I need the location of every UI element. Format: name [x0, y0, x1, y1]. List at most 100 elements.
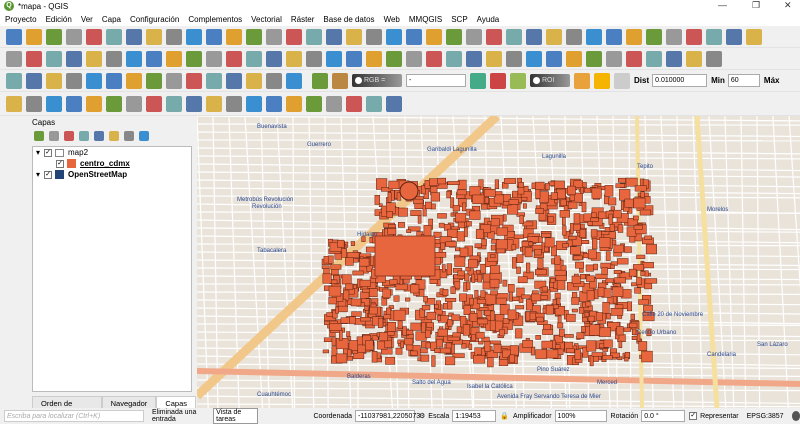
layer-centro-cdmx[interactable]: ✓ centro_cdmx — [33, 158, 191, 169]
dist-input[interactable]: 0.010000 — [652, 74, 708, 87]
toolbar-tool-icon[interactable] — [266, 95, 282, 112]
toolbar-tool-icon[interactable] — [686, 28, 702, 45]
toolbar-tool-icon[interactable] — [226, 28, 242, 45]
crs-button[interactable]: EPSG:3857 — [747, 413, 784, 420]
toolbar-tool-icon[interactable] — [666, 28, 682, 45]
toolbar-tool-icon[interactable] — [286, 72, 302, 89]
toolbar-tool-icon[interactable] — [186, 95, 202, 112]
maximize-button[interactable]: ❐ — [752, 0, 760, 11]
menu-edicion[interactable]: Edición — [46, 15, 72, 24]
toolbar-tool-icon[interactable] — [86, 50, 102, 67]
toolbar-tool-icon[interactable] — [246, 72, 262, 89]
toolbar-tool-icon[interactable] — [726, 28, 742, 45]
toolbar-tool-icon[interactable] — [86, 95, 102, 112]
toolbar-tool-icon[interactable] — [226, 72, 242, 89]
band-stretch-icon[interactable] — [470, 72, 486, 89]
toolbar-tool-icon[interactable] — [606, 28, 622, 45]
menu-ver[interactable]: Ver — [81, 15, 93, 24]
toolbar-tool-icon[interactable] — [426, 50, 442, 67]
histogram-icon[interactable] — [490, 72, 506, 89]
toolbar-tool-icon[interactable] — [146, 28, 162, 45]
toolbar-tool-icon[interactable] — [226, 50, 242, 67]
messages-icon[interactable] — [791, 411, 800, 421]
toolbar-tool-icon[interactable] — [246, 50, 262, 67]
toolbar-tool-icon[interactable] — [206, 95, 222, 112]
toolbar-tool-icon[interactable] — [106, 50, 122, 67]
toolbar-tool-icon[interactable] — [246, 95, 262, 112]
menu-ayuda[interactable]: Ayuda — [477, 15, 500, 24]
close-button[interactable]: ✕ — [784, 0, 792, 11]
toolbar-tool-icon[interactable] — [46, 50, 62, 67]
layer-openstreetmap[interactable]: ▾ ✓ OpenStreetMap — [33, 169, 191, 180]
toolbar-tool-icon[interactable] — [166, 28, 182, 45]
toolbar-tool-icon[interactable] — [506, 50, 522, 67]
map-canvas[interactable]: Buenavista Guerrero Garibaldi Lagunilla Lag… — [197, 116, 800, 408]
toolbar-tool-icon[interactable] — [146, 50, 162, 67]
toolbar-tool-icon[interactable] — [6, 95, 22, 112]
toolbar-tool-icon[interactable] — [286, 95, 302, 112]
toolbar-tool-icon[interactable] — [66, 95, 82, 112]
toolbar-tool-icon[interactable] — [366, 95, 382, 112]
magnifier-input[interactable]: 100% — [554, 410, 607, 422]
toolbar-tool-icon[interactable] — [466, 50, 482, 67]
toolbar-tool-icon[interactable] — [166, 95, 182, 112]
map-svg[interactable]: Buenavista Guerrero Garibaldi Lagunilla Lag… — [197, 116, 800, 408]
toolbar-tool-icon[interactable] — [466, 28, 482, 45]
layer-checkbox[interactable]: ✓ — [44, 170, 53, 179]
toolbar-tool-icon[interactable] — [386, 95, 402, 112]
menu-configuracion[interactable]: Configuración — [130, 15, 179, 24]
scp-input-icon[interactable] — [312, 72, 328, 89]
toolbar-tool-icon[interactable] — [66, 50, 82, 67]
toolbar-tool-icon[interactable] — [79, 131, 89, 141]
toolbar-tool-icon[interactable] — [94, 131, 104, 141]
layer-group-map2[interactable]: ▾ ✓ map2 — [33, 147, 191, 158]
menu-scp[interactable]: SCP — [451, 15, 467, 24]
minimize-button[interactable]: — — [718, 0, 727, 10]
layer-checkbox[interactable]: ✓ — [56, 159, 64, 168]
toolbar-tool-icon[interactable] — [6, 28, 22, 45]
toolbar-tool-icon[interactable] — [386, 28, 402, 45]
toolbar-tool-icon[interactable] — [166, 72, 182, 89]
toolbar-tool-icon[interactable] — [126, 95, 142, 112]
toolbar-tool-icon[interactable] — [306, 28, 322, 45]
toolbar-tool-icon[interactable] — [546, 28, 562, 45]
expand-arrow-icon[interactable]: ▾ — [36, 170, 40, 179]
toolbar-tool-icon[interactable] — [586, 28, 602, 45]
toolbar-tool-icon[interactable] — [106, 95, 122, 112]
roi-toggle[interactable]: ROI — [530, 74, 570, 87]
toolbar-tool-icon[interactable] — [206, 50, 222, 67]
toolbar-tool-icon[interactable] — [446, 50, 462, 67]
toolbar-tool-icon[interactable] — [326, 95, 342, 112]
toolbar-tool-icon[interactable] — [366, 28, 382, 45]
zoom-roi-icon[interactable] — [510, 72, 526, 89]
toolbar-tool-icon[interactable] — [6, 72, 22, 89]
menu-web[interactable]: Web — [384, 15, 400, 24]
toolbar-tool-icon[interactable] — [486, 50, 502, 67]
scale-combo[interactable]: 1:19453 — [452, 410, 497, 422]
toolbar-tool-icon[interactable] — [446, 28, 462, 45]
toolbar-tool-icon[interactable] — [626, 28, 642, 45]
expand-arrow-icon[interactable]: ▾ — [36, 148, 40, 157]
toolbar-tool-icon[interactable] — [246, 28, 262, 45]
toolbar-tool-icon[interactable] — [139, 131, 149, 141]
toolbar-tool-icon[interactable] — [146, 95, 162, 112]
toolbar-tool-icon[interactable] — [66, 72, 82, 89]
toolbar-tool-icon[interactable] — [266, 28, 282, 45]
toolbar-tool-icon[interactable] — [106, 72, 122, 89]
rgb-toggle[interactable]: RGB = — [352, 74, 402, 87]
toolbar-tool-icon[interactable] — [526, 50, 542, 67]
toolbar-tool-icon[interactable] — [486, 28, 502, 45]
toolbar-tool-icon[interactable] — [666, 50, 682, 67]
menu-vectorial[interactable]: Vectorial — [251, 15, 282, 24]
toolbar-tool-icon[interactable] — [26, 28, 42, 45]
toolbar-tool-icon[interactable] — [106, 28, 122, 45]
toolbar-tool-icon[interactable] — [646, 28, 662, 45]
toolbar-tool-icon[interactable] — [166, 50, 182, 67]
toolbar-tool-icon[interactable] — [746, 28, 762, 45]
toolbar-tool-icon[interactable] — [386, 50, 402, 67]
toolbar-tool-icon[interactable] — [186, 72, 202, 89]
toolbar-tool-icon[interactable] — [346, 28, 362, 45]
menu-complementos[interactable]: Complementos — [188, 15, 242, 24]
toolbar-tool-icon[interactable] — [706, 28, 722, 45]
lock-icon[interactable]: 🔒 — [500, 412, 509, 420]
